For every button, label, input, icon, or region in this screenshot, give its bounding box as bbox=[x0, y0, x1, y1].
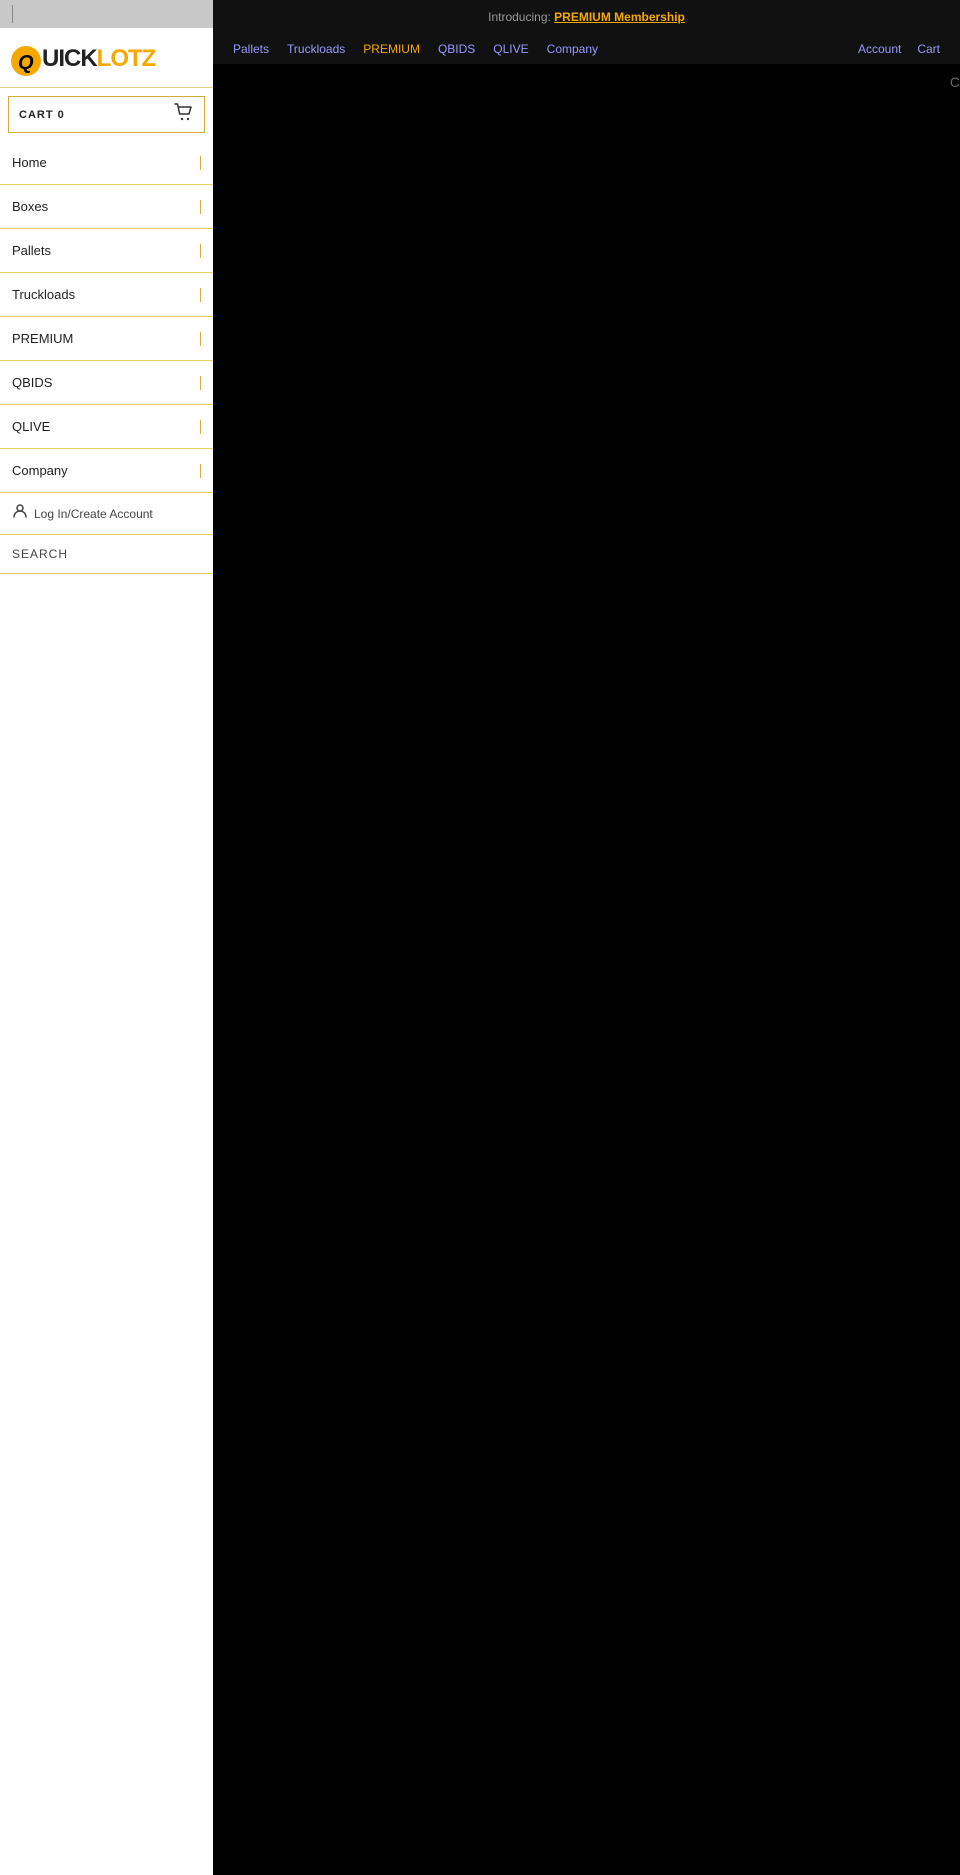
account-link[interactable]: Account bbox=[858, 42, 901, 56]
login-label: Log In/Create Account bbox=[34, 507, 153, 521]
sidebar: Q UICK LOTZ CART 0 Home Boxes Pa bbox=[0, 0, 213, 1875]
cart-bar[interactable]: CART 0 bbox=[8, 96, 205, 133]
logo-lotz-text: LOTZ bbox=[97, 45, 156, 73]
main-nav-company[interactable]: Company bbox=[547, 42, 598, 56]
cart-label: CART 0 bbox=[19, 109, 65, 121]
hero-area: C bbox=[213, 64, 960, 264]
main-nav-qlive[interactable]: QLIVE bbox=[493, 42, 528, 56]
logo-q: Q bbox=[10, 40, 42, 77]
search-label: SEARCH bbox=[12, 547, 68, 561]
sidebar-item-premium[interactable]: PREMIUM bbox=[0, 317, 213, 361]
announce-bar: Introducing: PREMIUM Membership bbox=[213, 0, 960, 34]
sidebar-item-boxes[interactable]: Boxes bbox=[0, 185, 213, 229]
main-nav-right: Account Cart bbox=[858, 42, 940, 56]
logo[interactable]: Q UICK LOTZ bbox=[10, 40, 203, 77]
cart-icon bbox=[174, 103, 194, 126]
main-nav-qbids[interactable]: QBIDS bbox=[438, 42, 475, 56]
sidebar-top-bar-line bbox=[12, 5, 13, 23]
sidebar-item-qbids[interactable]: QBIDS bbox=[0, 361, 213, 405]
person-icon bbox=[12, 503, 28, 524]
main-nav-premium[interactable]: PREMIUM bbox=[363, 42, 420, 56]
cart-link[interactable]: Cart bbox=[917, 42, 940, 56]
page-black-fill bbox=[213, 264, 960, 1814]
sidebar-logo: Q UICK LOTZ bbox=[0, 28, 213, 88]
main-nav-pallets[interactable]: Pallets bbox=[233, 42, 269, 56]
sidebar-item-pallets[interactable]: Pallets bbox=[0, 229, 213, 273]
search-button[interactable]: SEARCH bbox=[0, 535, 213, 574]
sidebar-item-truckloads[interactable]: Truckloads bbox=[0, 273, 213, 317]
sidebar-item-home[interactable]: Home bbox=[0, 141, 213, 185]
sidebar-item-company[interactable]: Company bbox=[0, 449, 213, 493]
logo-uick-text: UICK bbox=[42, 45, 97, 73]
nav-list: Home Boxes Pallets Truckloads PREMIUM QB… bbox=[0, 141, 213, 493]
premium-membership-link[interactable]: PREMIUM Membership bbox=[554, 10, 685, 24]
login-create-account-button[interactable]: Log In/Create Account bbox=[0, 493, 213, 535]
hero-c-label: C bbox=[950, 74, 960, 90]
main-content: Introducing: PREMIUM Membership Pallets … bbox=[213, 0, 960, 1875]
sidebar-top-bar bbox=[0, 0, 213, 28]
svg-text:Q: Q bbox=[18, 52, 34, 74]
main-nav-truckloads[interactable]: Truckloads bbox=[287, 42, 345, 56]
sidebar-item-qlive[interactable]: QLIVE bbox=[0, 405, 213, 449]
main-nav: Pallets Truckloads PREMIUM QBIDS QLIVE C… bbox=[213, 34, 960, 64]
announce-intro: Introducing: bbox=[488, 10, 554, 24]
